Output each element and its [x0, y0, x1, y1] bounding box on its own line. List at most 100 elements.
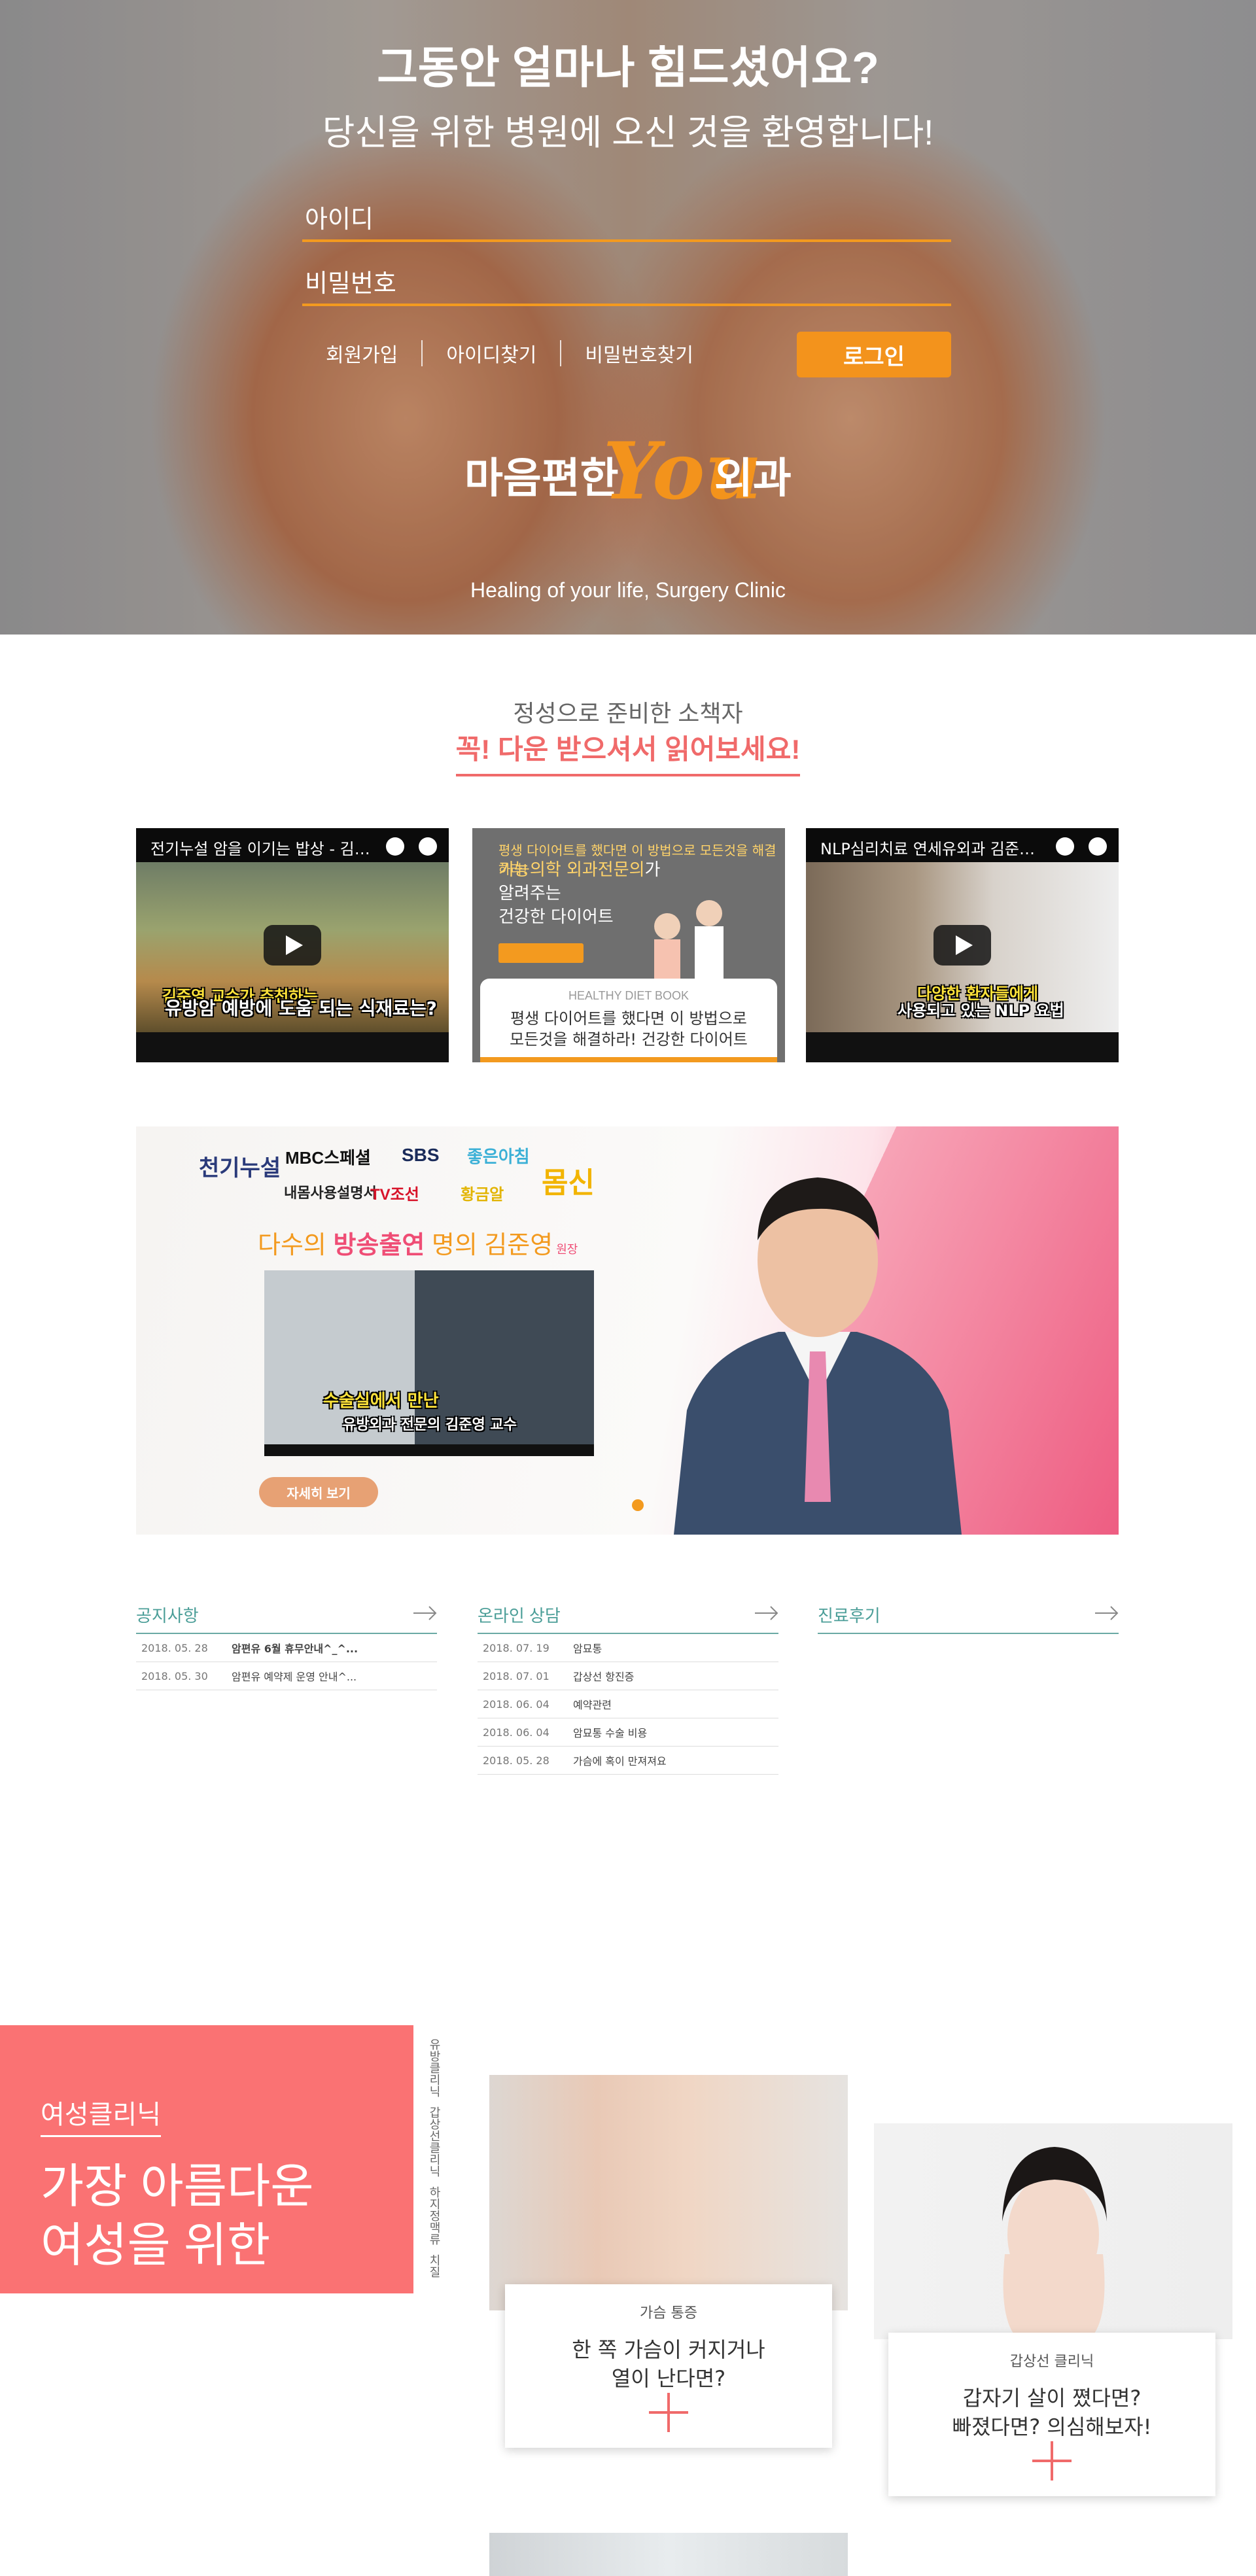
signup-link[interactable]: 회원가입 — [302, 339, 421, 368]
clinic-nav-item[interactable]: 하지정맥류 — [425, 2186, 442, 2245]
booklet-cover-line: 가 — [644, 860, 661, 880]
view-more-button[interactable]: 자세히 보기 — [259, 1477, 378, 1507]
tv-logo: TV조선 — [370, 1186, 419, 1204]
video-card-2[interactable]: NLP심리치료 연세유외과 김준영... 다양한 환자들에게 사용되고 있는 N… — [806, 828, 1119, 1062]
post-date: 2018. 06. 04 — [483, 1726, 550, 1739]
post-title: 예약관련 — [573, 1699, 612, 1711]
clinic-headline-line: 여성을 위한 — [41, 2219, 271, 2272]
broadcast-banner[interactable]: 천기누설 MBC스페셜 SBS 좋은아침 내몸사용설명서 TV조선 황금알 몸신… — [136, 1126, 1119, 1535]
video-controls — [1056, 837, 1107, 856]
list-item[interactable]: 2018. 06. 04 예약관련 — [478, 1690, 778, 1718]
notice-board: 공지사항 2018. 05. 28 암편유 6월 휴무안내^_^... 2018.… — [136, 1603, 437, 1690]
doctor-photo — [674, 1177, 962, 1535]
post-title: 암편유 예약제 운영 안내^... — [232, 1671, 357, 1683]
list-item[interactable]: 2018. 07. 01 갑상선 항진증 — [478, 1662, 778, 1690]
video-caption: 사용되고 있는 NLP 요법 — [898, 1001, 1064, 1020]
booklet-info-panel: HEALTHY DIET BOOK 평생 다이어트를 했다면 이 방법으로 모든… — [480, 979, 777, 1062]
clinic-logo[interactable]: 마음편한 You 외과 — [458, 425, 798, 563]
clinic-headline: 가장 아름다운 여성을 위한 — [41, 2157, 313, 2275]
list-item[interactable]: 2018. 07. 19 암묘통 — [478, 1634, 778, 1662]
video-card-1[interactable]: 전기누설 암을 이기는 밥상 - 김준... 김준영 교수가 추천하는 유방암 … — [136, 828, 449, 1062]
banner-headline-part: 원장 — [553, 1243, 578, 1256]
clinic-nav-item[interactable]: 치질 — [425, 2254, 442, 2278]
video-caption: 수술실에서 만난 — [323, 1391, 439, 1411]
board-header[interactable]: 온라인 상담 — [478, 1603, 778, 1634]
password-input[interactable] — [302, 264, 951, 304]
clinic-nav-item[interactable]: 유방클리닉 — [425, 2038, 442, 2097]
tv-logo: 몸신 — [542, 1167, 595, 1199]
banner-video[interactable]: 수술실에서 만난 유방외과 전문의 김준영 교수 — [264, 1270, 594, 1456]
arrow-right-icon[interactable] — [755, 1605, 778, 1621]
find-id-link[interactable]: 아이디찾기 — [423, 339, 560, 368]
post-date: 2018. 06. 04 — [483, 1697, 550, 1711]
banner-headline: 다수의 방송출연 명의 김준영 원장 — [258, 1225, 578, 1261]
share-icon[interactable] — [1089, 837, 1107, 856]
banner-headline-part: 방송출연 — [333, 1232, 425, 1259]
arrow-right-icon[interactable] — [1095, 1605, 1119, 1621]
post-date: 2018. 07. 19 — [483, 1641, 550, 1654]
arrow-right-icon[interactable] — [413, 1605, 437, 1621]
clinic-photo-3 — [489, 2533, 848, 2576]
hero-tagline: Healing of your life, Surgery Clinic — [470, 578, 786, 602]
find-password-link[interactable]: 비밀번호찾기 — [561, 339, 717, 368]
list-item[interactable]: 2018. 05. 28 가슴에 혹이 만져져요 — [478, 1747, 778, 1775]
plus-icon[interactable] — [1032, 2441, 1072, 2480]
password-field-wrap — [302, 264, 951, 306]
clinic-card-label: 갑상선 클리닉 — [1009, 2354, 1094, 2370]
plus-icon[interactable] — [649, 2393, 688, 2432]
logo-text-1: 마음편한 — [464, 455, 619, 502]
clinic-nav-item[interactable]: 갑상선클리닉 — [425, 2106, 442, 2177]
board-title: 진료후기 — [818, 1606, 881, 1626]
tv-logo: 좋은아침 — [467, 1147, 530, 1166]
clinic-card-breast[interactable]: 가슴 통증 한 쪽 가슴이 커지거나 열이 난다면? — [505, 2284, 832, 2448]
booklet-description: 평생 다이어트를 했다면 이 방법으로 모든것을 해결하라! 건강한 다이어트 — [480, 1008, 777, 1050]
clinic-card-text: 갑자기 살이 쪘다면? 빠졌다면? 의심해보자! — [888, 2384, 1215, 2441]
board-header[interactable]: 공지사항 — [136, 1603, 437, 1634]
post-date: 2018. 07. 01 — [483, 1669, 550, 1682]
clock-icon[interactable] — [1056, 837, 1074, 856]
video-progress-bar[interactable] — [264, 1444, 594, 1456]
model-illustration — [1002, 2147, 1107, 2339]
tv-logo: MBC스페셜 — [285, 1148, 371, 1168]
hero-subtitle: 당신을 위한 병원에 오신 것을 환영합니다! — [322, 113, 934, 152]
id-field-wrap — [302, 200, 951, 242]
play-icon[interactable] — [264, 925, 321, 966]
booklet-description-line: 평생 다이어트를 했다면 이 방법으로 — [510, 1009, 747, 1028]
list-item[interactable]: 2018. 05. 30 암편유 예약제 운영 안내^... — [136, 1662, 437, 1690]
booklet-cover-line: 건강한 다이어트 — [498, 907, 614, 927]
clinic-vertical-nav: 유방클리닉 갑상선클리닉 하지정맥류 치질 — [425, 2038, 451, 2313]
video-controls — [386, 837, 437, 856]
booklet-card[interactable]: 평생 다이어트를 했다면 이 방법으로 모든것을 해결하라! 기능의학 외과전문… — [472, 828, 785, 1062]
share-icon[interactable] — [419, 837, 437, 856]
consult-board: 온라인 상담 2018. 07. 19 암묘통 2018. 07. 01 갑상선 항… — [478, 1603, 778, 1775]
booklet-badge — [498, 943, 584, 963]
booklet-cover-line: 기능의학 외과전문의 — [498, 860, 645, 880]
board-title: 온라인 상담 — [478, 1606, 561, 1626]
tv-logo: 천기누설 — [199, 1156, 281, 1181]
clinic-card-thyroid[interactable]: 갑상선 클리닉 갑자기 살이 쪘다면? 빠졌다면? 의심해보자! — [888, 2333, 1215, 2496]
tv-logo: SBS — [402, 1145, 440, 1165]
clinic-card-line: 한 쪽 가슴이 커지거나 — [572, 2337, 765, 2362]
board-title: 공지사항 — [136, 1606, 199, 1626]
slider-indicator[interactable] — [632, 1499, 644, 1511]
list-item[interactable]: 2018. 05. 28 암편유 6월 휴무안내^_^... — [136, 1634, 437, 1662]
review-board: 진료후기 — [818, 1603, 1119, 1634]
video-caption: 유방암 예방에 도움 되는 식재료는? — [165, 998, 437, 1019]
clinic-card-text: 한 쪽 가슴이 커지거나 열이 난다면? — [505, 2335, 832, 2393]
clock-icon[interactable] — [386, 837, 404, 856]
video-caption: 유방외과 전문의 김준영 교수 — [343, 1417, 517, 1433]
post-title: 가슴에 혹이 만져져요 — [573, 1755, 667, 1767]
booklet-eyebrow: 정성으로 준비한 소책자 — [513, 700, 743, 727]
play-icon[interactable] — [933, 925, 991, 966]
list-item[interactable]: 2018. 06. 04 암묘통 수술 비용 — [478, 1718, 778, 1747]
login-button[interactable]: 로그인 — [797, 332, 951, 377]
post-date: 2018. 05. 30 — [141, 1669, 208, 1682]
id-input[interactable] — [302, 200, 951, 239]
thyroid-clinic-photo — [874, 2123, 1232, 2339]
post-title: 갑상선 항진증 — [573, 1671, 635, 1683]
booklet-label: HEALTHY DIET BOOK — [568, 989, 689, 1002]
clinic-intro-box: 여성클리닉 가장 아름다운 여성을 위한 — [0, 2025, 413, 2293]
tv-logo: 황금알 — [461, 1186, 504, 1204]
board-header[interactable]: 진료후기 — [818, 1603, 1119, 1634]
clinic-headline-line: 가장 아름다운 — [41, 2161, 314, 2213]
